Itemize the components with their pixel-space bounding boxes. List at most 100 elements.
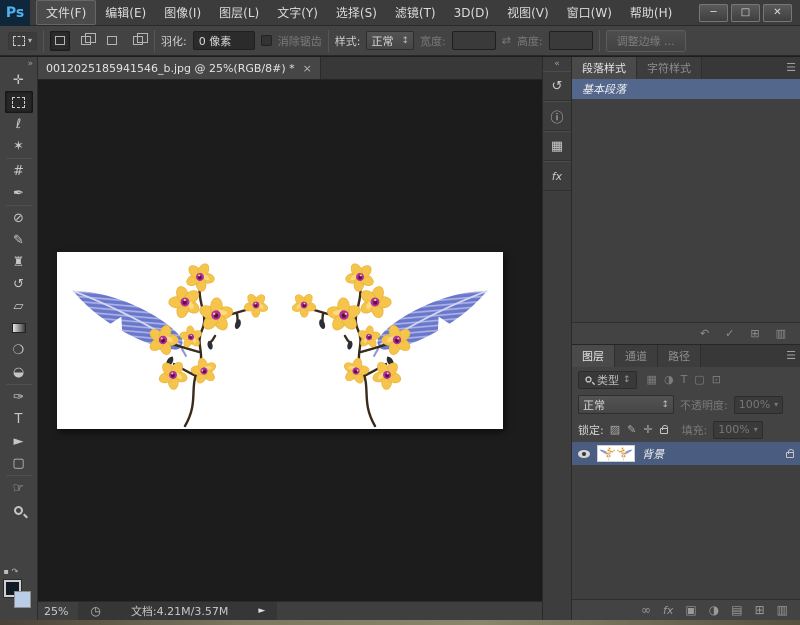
tab-layers[interactable]: 图层: [572, 345, 615, 367]
lock-transparency-icon[interactable]: ▨: [610, 423, 620, 436]
zoom-level[interactable]: 25%: [44, 605, 68, 618]
blur-tool[interactable]: ❍: [5, 339, 33, 361]
antialias-checkbox[interactable]: [261, 35, 272, 46]
tab-paragraph-styles[interactable]: 段落样式: [572, 57, 637, 79]
tab-character-styles[interactable]: 字符样式: [637, 57, 702, 79]
opacity-input[interactable]: 100% ▾: [734, 396, 783, 414]
menu-select[interactable]: 选择(S): [327, 1, 386, 24]
styles-panel-button[interactable]: fx: [543, 161, 571, 191]
layer-filter-select[interactable]: 类型 ↕: [578, 371, 637, 389]
layer-mask-icon[interactable]: ▣: [685, 603, 696, 617]
redefine-style-icon[interactable]: ↶: [700, 327, 709, 340]
menu-image[interactable]: 图像(I): [155, 1, 210, 24]
move-tool[interactable]: ✛: [5, 69, 33, 91]
clone-stamp-tool[interactable]: ♜: [5, 251, 33, 273]
intersect-selection-button[interactable]: [128, 31, 148, 51]
close-button[interactable]: ✕: [763, 4, 792, 22]
adjustment-filter-icon[interactable]: ◑: [664, 373, 674, 386]
path-selection-tool[interactable]: ►: [5, 430, 33, 452]
crop-tool[interactable]: #: [5, 160, 33, 182]
photoshop-window: { "window": { "logo": "Ps", "minimize": …: [0, 0, 800, 625]
fill-input[interactable]: 100% ▾: [713, 421, 762, 439]
shape-tool[interactable]: ▢: [5, 452, 33, 474]
height-label: 高度:: [517, 33, 543, 49]
rectangular-marquee-tool[interactable]: [5, 91, 33, 113]
swap-dimensions-icon[interactable]: ⇄: [502, 34, 511, 47]
delete-layer-icon[interactable]: ▥: [777, 603, 788, 617]
healing-brush-tool[interactable]: ⊘: [5, 207, 33, 229]
menu-window[interactable]: 窗口(W): [558, 1, 621, 24]
menu-layer[interactable]: 图层(L): [210, 1, 268, 24]
pixel-filter-icon[interactable]: ▦: [647, 373, 657, 386]
swatches-panel-button[interactable]: ▦: [543, 131, 571, 161]
status-clock-icon[interactable]: ◷: [90, 604, 100, 618]
minimize-button[interactable]: ─: [699, 4, 728, 22]
layers-bottom-bar: ∞ fx ▣ ◑ ▤ ⊞ ▥: [572, 599, 800, 620]
menu-help[interactable]: 帮助(H): [621, 1, 681, 24]
visibility-eye-icon[interactable]: [578, 450, 590, 458]
dock-expand-icon[interactable]: «: [554, 57, 560, 71]
droplet-icon: ❍: [13, 343, 25, 358]
adjustment-layer-icon[interactable]: ◑: [709, 603, 719, 617]
delete-style-icon[interactable]: ▥: [776, 327, 786, 340]
tab-channels[interactable]: 通道: [615, 345, 658, 367]
menu-filter[interactable]: 滤镜(T): [386, 1, 445, 24]
add-selection-button[interactable]: [76, 31, 96, 51]
move-icon: ✛: [13, 73, 24, 88]
blend-mode-select[interactable]: 正常 ↕: [578, 395, 674, 414]
toolbar-collapse-icon[interactable]: »: [27, 59, 37, 69]
feather-input[interactable]: 0 像素: [193, 31, 255, 50]
link-layers-icon[interactable]: ∞: [641, 603, 651, 617]
gradient-tool[interactable]: [5, 317, 33, 339]
apply-style-icon[interactable]: ✓: [725, 327, 734, 340]
style-item-basic-paragraph[interactable]: 基本段落: [572, 79, 800, 99]
layers-menu-icon[interactable]: ☰: [786, 349, 796, 362]
shape-filter-icon[interactable]: ▢: [694, 373, 704, 386]
status-menu-arrow-icon[interactable]: ►: [258, 606, 265, 616]
menu-file[interactable]: 文件(F): [36, 0, 96, 25]
tab-paths[interactable]: 路径: [658, 345, 701, 367]
tool-preset-picker[interactable]: ▾: [8, 32, 37, 50]
type-filter-icon[interactable]: T: [681, 373, 688, 386]
new-selection-button[interactable]: [50, 31, 70, 51]
menu-view[interactable]: 视图(V): [498, 1, 558, 24]
style-select[interactable]: 正常 ↕: [366, 31, 414, 50]
subtract-selection-button[interactable]: [102, 31, 122, 51]
brush-tool[interactable]: ✎: [5, 229, 33, 251]
tab-close-icon[interactable]: ×: [303, 62, 312, 75]
hand-tool[interactable]: ☞: [5, 477, 33, 499]
background-color[interactable]: [14, 591, 31, 608]
layer-style-icon[interactable]: fx: [663, 604, 673, 617]
lock-position-icon[interactable]: ✛: [643, 423, 652, 436]
zoom-tool[interactable]: [5, 499, 33, 521]
width-input[interactable]: [452, 31, 496, 50]
info-panel-button[interactable]: ⓘ: [543, 101, 571, 131]
default-swap-colors-icon[interactable]: ▪ ↷: [4, 567, 19, 576]
new-layer-icon[interactable]: ⊞: [755, 603, 765, 617]
refine-edge-button[interactable]: 调整边缘 ...: [606, 30, 686, 52]
type-tool[interactable]: T: [5, 408, 33, 430]
pen-tool[interactable]: ✑: [5, 386, 33, 408]
new-group-icon[interactable]: ▤: [731, 603, 742, 617]
history-panel-button[interactable]: ↺: [543, 71, 571, 101]
menu-edit[interactable]: 编辑(E): [96, 1, 155, 24]
height-input[interactable]: [549, 31, 593, 50]
layer-row-background[interactable]: 背景: [572, 442, 800, 465]
new-style-icon[interactable]: ⊞: [750, 327, 759, 340]
canvas[interactable]: [38, 80, 542, 601]
eyedropper-tool[interactable]: ✒: [5, 182, 33, 204]
menu-type[interactable]: 文字(Y): [268, 1, 327, 24]
lock-pixels-icon[interactable]: ✎: [627, 423, 636, 436]
lasso-tool[interactable]: ℓ: [5, 113, 33, 135]
document-tab[interactable]: 0012025185941546_b.jpg @ 25%(RGB/8#) * ×: [38, 57, 321, 79]
right-panels: 段落样式 字符样式 ☰ 基本段落 ↶ ✓ ⊞ ▥ 图层 通道 路径 ☰: [572, 57, 800, 620]
menu-3d[interactable]: 3D(D): [445, 3, 498, 23]
quick-selection-tool[interactable]: ✶: [5, 135, 33, 157]
smart-object-filter-icon[interactable]: ⊡: [712, 373, 721, 386]
history-brush-tool[interactable]: ↺: [5, 273, 33, 295]
dodge-tool[interactable]: ◒: [5, 361, 33, 383]
panel-menu-icon[interactable]: ☰: [786, 61, 796, 74]
eraser-tool[interactable]: ▱: [5, 295, 33, 317]
maximize-button[interactable]: □: [731, 4, 760, 22]
lock-all-icon[interactable]: [660, 428, 668, 434]
